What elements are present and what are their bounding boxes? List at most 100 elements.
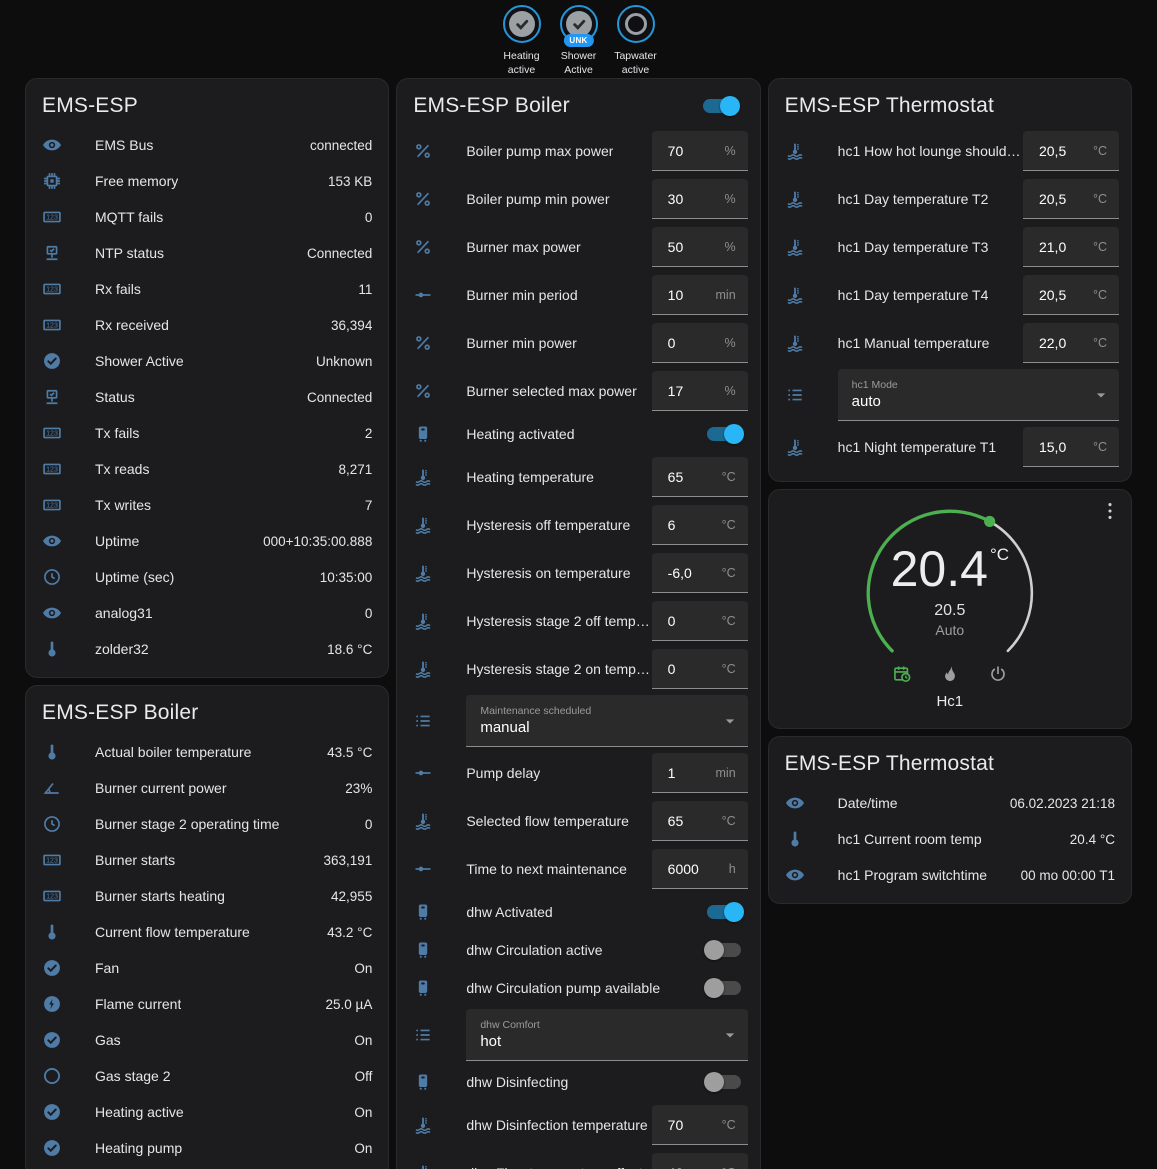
entity-label: Heating temperature: [466, 469, 594, 485]
gas-stage-2-row[interactable]: Gas stage 2Off: [26, 1058, 388, 1094]
dhw-activated-toggle[interactable]: [704, 902, 744, 922]
boiler-pump-max-power-input[interactable]: 70%: [652, 131, 748, 171]
burner-starts-heating-row[interactable]: 123Burner starts heating42,955: [26, 878, 388, 914]
burner-selected-max-power-input[interactable]: 17%: [652, 371, 748, 411]
tx-reads-row[interactable]: 123Tx reads8,271: [26, 451, 388, 487]
calendar-clock-icon[interactable]: [892, 664, 912, 684]
number-unit: %: [725, 240, 736, 254]
analog31-row[interactable]: analog310: [26, 595, 388, 631]
hc1-mode-select[interactable]: hc1 Modeauto: [838, 369, 1119, 421]
maintenance-scheduled-select[interactable]: Maintenance scheduledmanual: [466, 695, 747, 747]
status-row[interactable]: StatusConnected: [26, 379, 388, 415]
select-label: hc1 Mode: [852, 379, 1085, 391]
entity-label: Rx fails: [95, 281, 141, 297]
entity-label: Burner starts: [95, 852, 175, 868]
dhw-circulation-active-toggle[interactable]: [704, 940, 744, 960]
burner-min-power-input[interactable]: 0%: [652, 323, 748, 363]
hc1-current-room-temp-row[interactable]: hc1 Current room temp20.4 °C: [769, 821, 1131, 857]
boiler-card-toggle[interactable]: [700, 96, 740, 116]
heating-active-badge[interactable]: Heating active: [498, 5, 546, 77]
heating-activated-toggle[interactable]: [704, 424, 744, 444]
entity-label: Burner max power: [466, 239, 580, 255]
entity-label: dhw Activated: [466, 904, 552, 920]
fan-row[interactable]: FanOn: [26, 950, 388, 986]
ems-bus-row[interactable]: EMS Busconnected: [26, 127, 388, 163]
entity-label: Selected flow temperature: [466, 813, 629, 829]
percent-icon: [413, 381, 433, 401]
column-right: EMS-ESP Thermostat hc1 How hot lounge sh…: [768, 78, 1132, 904]
hysteresis-stage-2-off-temp-input[interactable]: 0°C: [652, 601, 748, 641]
dhw-comfort-select[interactable]: dhw Comforthot: [466, 1009, 747, 1061]
coolant-icon: [413, 611, 433, 631]
entity-value: Unknown: [316, 354, 372, 369]
uptime-row[interactable]: Uptime000+10:35:00.888: [26, 523, 388, 559]
hc1-program-switchtime-row[interactable]: hc1 Program switchtime00 mo 00:00 T1: [769, 857, 1131, 893]
current-flow-temperature-row[interactable]: Current flow temperature43.2 °C: [26, 914, 388, 950]
entity-label: Boiler pump min power: [466, 191, 609, 207]
coolant-icon: [413, 659, 433, 679]
hysteresis-on-temperature-input[interactable]: -6,0°C: [652, 553, 748, 593]
entity-label: Tx fails: [95, 425, 139, 441]
hysteresis-off-temperature-input[interactable]: 6°C: [652, 505, 748, 545]
eye-icon: [785, 793, 805, 813]
number-unit: °C: [1093, 440, 1107, 454]
boiler-pump-min-power-input[interactable]: 30%: [652, 179, 748, 219]
entity-label: Date/time: [838, 795, 898, 811]
rx-fails-row[interactable]: 123Rx fails11: [26, 271, 388, 307]
selected-flow-temperature-input[interactable]: 65°C: [652, 801, 748, 841]
hc1-how-hot-lounge-should-input[interactable]: 20,5°C: [1023, 131, 1119, 171]
heating-pump-row[interactable]: Heating pumpOn: [26, 1130, 388, 1166]
list-icon: [785, 385, 805, 405]
shower-active-badge[interactable]: UNKShower Active: [555, 5, 603, 77]
uptime-sec-row[interactable]: Uptime (sec)10:35:00: [26, 559, 388, 595]
gas-row[interactable]: GasOn: [26, 1022, 388, 1058]
burner-current-power-row[interactable]: Burner current power23%: [26, 770, 388, 806]
ntp-status-row[interactable]: NTP statusConnected: [26, 235, 388, 271]
hc1-day-temperature-t3-input[interactable]: 21,0°C: [1023, 227, 1119, 267]
zolder32-row[interactable]: zolder3218.6 °C: [26, 631, 388, 667]
dhw-disinfecting-toggle[interactable]: [704, 1072, 744, 1092]
tx-fails-row[interactable]: 123Tx fails2: [26, 415, 388, 451]
clock-icon: [42, 567, 62, 587]
burner-max-power-input[interactable]: 50%: [652, 227, 748, 267]
number-unit: °C: [722, 566, 736, 580]
date-time-row[interactable]: Date/time06.02.2023 21:18: [769, 785, 1131, 821]
hysteresis-stage-2-on-temp-input[interactable]: 0°C: [652, 649, 748, 689]
dhw-circulation-pump-available-toggle[interactable]: [704, 978, 744, 998]
number-unit: %: [725, 384, 736, 398]
hc1-day-temperature-t2-input[interactable]: 20,5°C: [1023, 179, 1119, 219]
flame-current-row[interactable]: Flame current25.0 µA: [26, 986, 388, 1022]
thermometer-icon: [42, 922, 62, 942]
hc1-manual-temperature-input[interactable]: 22,0°C: [1023, 323, 1119, 363]
fire-icon[interactable]: [940, 664, 960, 684]
thermostat-dial[interactable]: 20.4°C 20.5 Auto: [857, 500, 1043, 686]
power-icon[interactable]: [988, 664, 1008, 684]
dots-vertical-icon[interactable]: [1099, 500, 1121, 522]
shower-active-row[interactable]: Shower ActiveUnknown: [26, 343, 388, 379]
pump-delay-input[interactable]: 1min: [652, 753, 748, 793]
hc1-night-temperature-t1-input[interactable]: 15,0°C: [1023, 427, 1119, 467]
percent-icon: [413, 141, 433, 161]
burner-starts-row[interactable]: 123Burner starts363,191: [26, 842, 388, 878]
dhw-disinfection-temperature-input[interactable]: 70°C: [652, 1105, 748, 1145]
hc1-day-temperature-t4-input[interactable]: 20,5°C: [1023, 275, 1119, 315]
dhw-flow-temperature-offset-input[interactable]: 40°C: [652, 1153, 748, 1169]
actual-boiler-temperature-row[interactable]: Actual boiler temperature43.5 °C: [26, 734, 388, 770]
burner-stage-2-operating-time-row[interactable]: Burner stage 2 operating time0: [26, 806, 388, 842]
entity-value: On: [354, 1033, 372, 1048]
dashboard-columns: EMS-ESP EMS BusconnectedFree memory153 K…: [0, 78, 1157, 1169]
check-circle-icon: [42, 1102, 62, 1122]
entity-value: 363,191: [324, 853, 373, 868]
tapwater-active-badge[interactable]: Tapwater active: [612, 5, 660, 77]
heating-temperature-input[interactable]: 65°C: [652, 457, 748, 497]
rx-received-row[interactable]: 123Rx received36,394: [26, 307, 388, 343]
free-memory-row[interactable]: Free memory153 KB: [26, 163, 388, 199]
entity-label: zolder32: [95, 641, 149, 657]
time-to-next-maintenance-input[interactable]: 6000h: [652, 849, 748, 889]
card-title: EMS-ESP Boiler: [42, 701, 198, 725]
heating-active-row[interactable]: Heating activeOn: [26, 1094, 388, 1130]
mqtt-fails-row[interactable]: 123MQTT fails0: [26, 199, 388, 235]
slider-icon: [413, 285, 433, 305]
burner-min-period-input[interactable]: 10min: [652, 275, 748, 315]
tx-writes-row[interactable]: 123Tx writes7: [26, 487, 388, 523]
